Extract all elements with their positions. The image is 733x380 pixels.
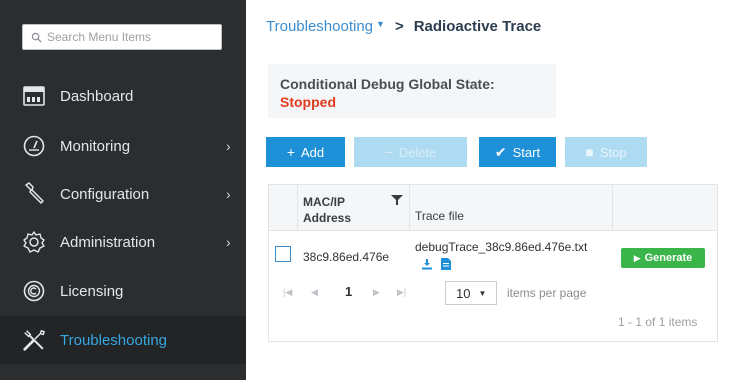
sidebar-item-label: Troubleshooting: [60, 331, 168, 349]
sidebar-item-label: Administration: [60, 233, 156, 251]
stop-square-icon: ■: [585, 144, 594, 160]
add-button[interactable]: + Add: [266, 137, 345, 167]
stop-button-label: Stop: [599, 144, 627, 160]
start-button[interactable]: ✔ Start: [479, 137, 556, 167]
generate-button-label: Generate: [644, 252, 693, 264]
sidebar-item-monitoring[interactable]: Monitoring ›: [0, 122, 246, 170]
last-page-icon[interactable]: ▶|: [397, 287, 406, 298]
dashboard-icon: [22, 84, 46, 108]
sidebar-item-configuration[interactable]: Configuration ›: [0, 170, 246, 218]
add-button-label: Add: [301, 144, 325, 160]
debug-state-label: Conditional Debug Global State:: [280, 76, 495, 92]
sidebar-item-administration[interactable]: Administration ›: [0, 218, 246, 266]
delete-button[interactable]: − Delete: [354, 137, 467, 167]
page-size-select[interactable]: 10 ▼: [445, 281, 497, 305]
monitoring-gauge-icon: [22, 134, 46, 158]
cell-mac-address: 38c9.86ed.476e: [303, 250, 390, 264]
generate-button[interactable]: ▶ Generate: [621, 248, 705, 268]
sidebar: Dashboard Monitoring › Configuration › A…: [0, 0, 246, 380]
next-page-icon[interactable]: ▶: [373, 287, 380, 298]
tools-icon: [22, 328, 46, 352]
minus-icon: −: [384, 144, 393, 160]
prev-page-icon[interactable]: ◀: [311, 287, 318, 298]
breadcrumb-parent-link[interactable]: Troubleshooting: [266, 18, 373, 35]
row-checkbox[interactable]: [275, 246, 291, 262]
wrench-icon: [22, 182, 46, 206]
first-page-icon[interactable]: |◀: [283, 287, 292, 298]
cell-trace-file: debugTrace_38c9.86ed.476e.txt: [415, 240, 588, 254]
trace-table: MAC/IP Address Trace file 38c9.86ed.476e…: [268, 184, 718, 342]
main-content: Troubleshooting ▼ > Radioactive Trace Co…: [246, 0, 733, 380]
search-box[interactable]: [22, 24, 222, 50]
search-input[interactable]: [47, 30, 207, 44]
items-range-label: 1 - 1 of 1 items: [618, 315, 698, 329]
start-button-label: Start: [512, 144, 541, 160]
chevron-right-icon: ›: [226, 138, 231, 154]
sidebar-item-label: Monitoring: [60, 137, 131, 155]
file-icon[interactable]: [441, 258, 451, 270]
licensing-icon: [22, 279, 46, 303]
table-header: MAC/IP Address Trace file: [269, 185, 717, 231]
trace-file-actions: [421, 258, 451, 270]
breadcrumb-separator: >: [394, 18, 404, 35]
breadcrumb: Troubleshooting ▼ > Radioactive Trace: [266, 18, 541, 35]
debug-state-panel: Conditional Debug Global State: Stopped: [268, 64, 556, 118]
current-page-number[interactable]: 1: [345, 284, 352, 299]
download-icon[interactable]: [421, 258, 433, 270]
sidebar-item-label: Configuration: [60, 185, 150, 203]
table-row: 38c9.86ed.476e debugTrace_38c9.86ed.476e…: [269, 232, 717, 272]
page-size-value: 10: [456, 285, 471, 301]
sidebar-item-troubleshooting[interactable]: Troubleshooting: [0, 316, 246, 364]
column-divider: [612, 185, 613, 231]
sidebar-item-label: Licensing: [60, 282, 124, 300]
caret-down-icon[interactable]: ▼: [376, 19, 385, 29]
filter-icon[interactable]: [391, 194, 403, 206]
items-per-page-label: items per page: [507, 286, 587, 300]
column-divider: [409, 185, 410, 231]
plus-icon: +: [286, 144, 296, 160]
chevron-right-icon: ›: [226, 234, 231, 250]
caret-down-icon: ▼: [478, 288, 487, 298]
pagination: |◀ ◀ 1 ▶ ▶| 10 ▼ items per page: [269, 281, 717, 305]
page-title: Radioactive Trace: [413, 18, 542, 35]
delete-button-label: Delete: [398, 144, 437, 160]
column-header-trace-file[interactable]: Trace file: [415, 209, 464, 223]
check-icon: ✔: [494, 143, 507, 160]
play-icon: ▶: [633, 252, 641, 263]
sidebar-item-label: Dashboard: [60, 87, 134, 105]
chevron-right-icon: ›: [226, 186, 231, 202]
stop-button[interactable]: ■ Stop: [565, 137, 647, 167]
debug-state-value: Stopped: [280, 94, 336, 110]
sidebar-item-dashboard[interactable]: Dashboard: [0, 72, 246, 120]
column-header-mac[interactable]: MAC/IP Address: [303, 194, 373, 226]
sidebar-item-licensing[interactable]: Licensing: [0, 267, 246, 315]
column-divider: [297, 185, 298, 231]
gear-icon: [22, 230, 46, 254]
search-icon: [31, 32, 42, 43]
